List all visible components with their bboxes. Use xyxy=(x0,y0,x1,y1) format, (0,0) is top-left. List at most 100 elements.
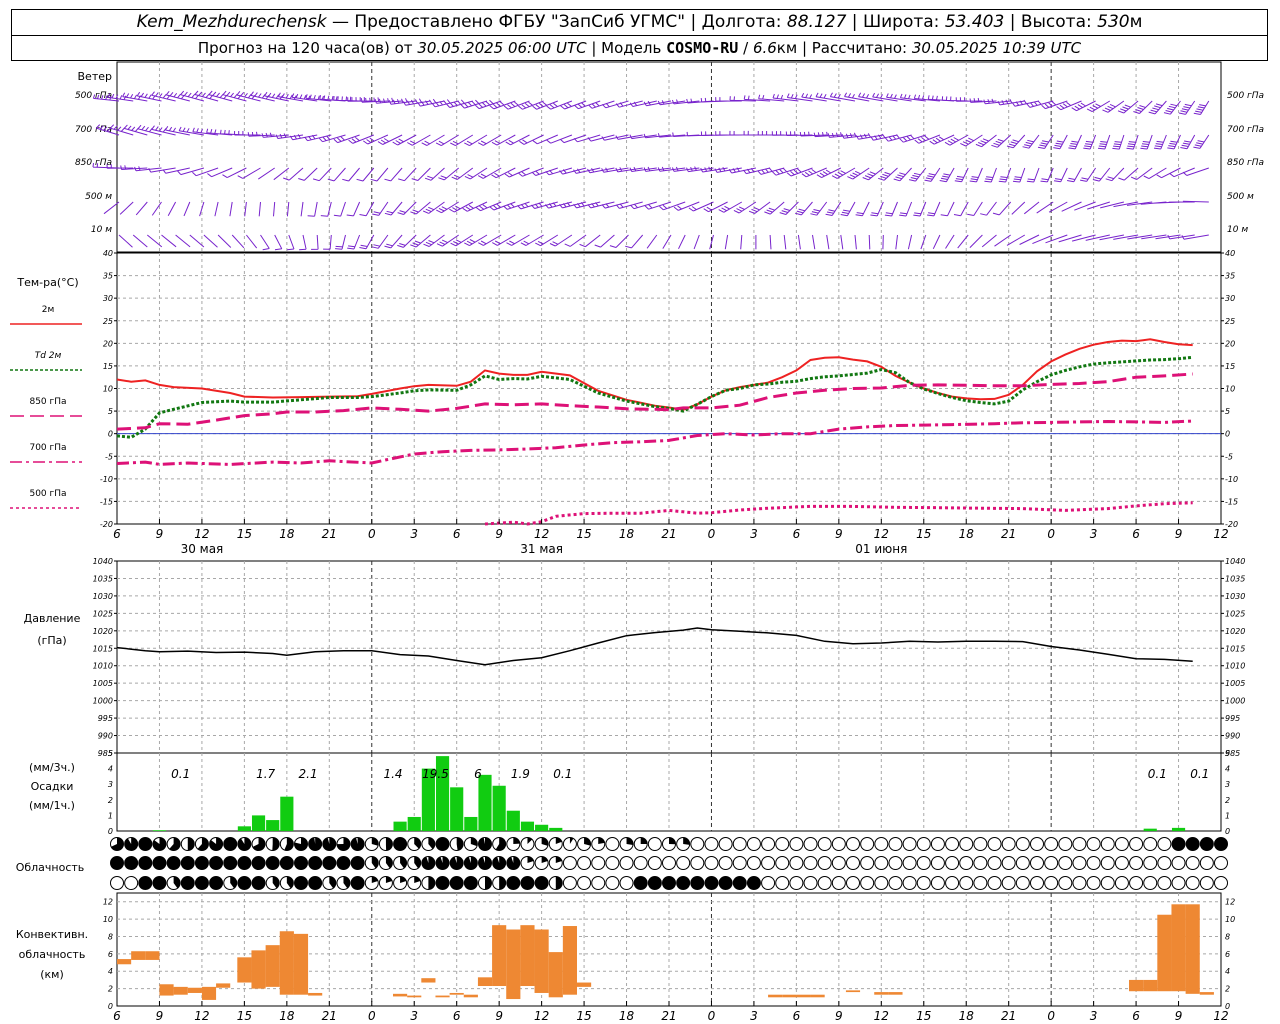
pressure-panel-ytick-label-left: 1015 xyxy=(93,644,113,653)
cloud-circle xyxy=(746,856,761,870)
cloud-circle xyxy=(888,856,903,870)
pressure-panel-ytick-label-right: 1005 xyxy=(1225,679,1245,688)
cloud-fill xyxy=(223,837,237,851)
wind-barb xyxy=(274,234,283,251)
temp-panel-ytick-label-left: -5 xyxy=(105,452,113,461)
temp-axis-xtick-label: 0 xyxy=(368,527,376,541)
cloud-circle xyxy=(1015,856,1030,870)
precip-ytick-label-left: 1 xyxy=(108,811,113,820)
cloud-fill xyxy=(336,856,350,870)
cloud-circle xyxy=(1058,856,1073,870)
wind-barb xyxy=(559,167,587,175)
temp-panel-ytick-label-left: -15 xyxy=(100,497,113,506)
wind-barb xyxy=(969,234,983,248)
cloud-circle xyxy=(1100,856,1115,870)
cloud-fill xyxy=(181,876,195,890)
cloud-circle xyxy=(902,837,917,851)
wind-barb xyxy=(967,201,983,216)
wind-barb xyxy=(531,167,558,176)
wind-barb xyxy=(1086,100,1111,113)
cloud-circle xyxy=(888,837,903,851)
wind-barb xyxy=(333,201,346,217)
cloud-fill xyxy=(1214,837,1228,851)
pressure-series-line xyxy=(116,627,1193,666)
cloud-fill xyxy=(506,876,520,890)
wind-barb xyxy=(812,234,816,250)
cloud-fill xyxy=(351,876,365,890)
cloud-circle xyxy=(1114,876,1129,890)
cloud-fill xyxy=(252,876,266,890)
pressure-panel-ytick-label-right: 1025 xyxy=(1225,609,1245,618)
cloud-fill xyxy=(351,837,365,851)
cloud-fill xyxy=(266,856,280,870)
wind-barb xyxy=(535,234,559,247)
conv-axis-xtick-label: 6 xyxy=(113,1009,121,1023)
wind-barb xyxy=(984,167,997,183)
cloud-fill xyxy=(640,837,648,844)
temp-axis-xtick-label: 6 xyxy=(793,527,801,541)
pressure-panel-ytick-label-right: 1030 xyxy=(1225,592,1245,601)
conv-bar xyxy=(506,929,521,1000)
wind-barb xyxy=(423,234,445,247)
wind-barb xyxy=(588,100,615,109)
cloud-circle xyxy=(704,856,719,870)
wind-barb xyxy=(840,201,856,217)
cloud-circle xyxy=(1114,837,1129,851)
wind-barb xyxy=(1026,167,1040,183)
wind-title: Ветер xyxy=(78,70,112,83)
wind-barb xyxy=(506,234,530,246)
precip-sum-label: 2.1 xyxy=(299,767,318,781)
temp-axis-xtick-label: 18 xyxy=(959,527,975,541)
temp-panel-ytick-label-left: 20 xyxy=(103,339,113,348)
cloud-circle xyxy=(1143,837,1158,851)
cloud-circle xyxy=(562,876,577,890)
wind-barb xyxy=(797,234,801,250)
cloud-circle xyxy=(888,876,903,890)
wind-barb xyxy=(450,134,474,147)
wind-barb xyxy=(794,201,813,216)
cloud-circle xyxy=(732,837,747,851)
wind-barb xyxy=(646,234,658,249)
conv-axis-xtick-label: 15 xyxy=(916,1009,931,1023)
wind-barb xyxy=(884,134,912,142)
temp-axis-xtick-label: 21 xyxy=(661,527,676,541)
cloud-circle xyxy=(860,856,875,870)
cloud-circle xyxy=(831,837,846,851)
temp-axis-xtick-label: 6 xyxy=(113,527,121,541)
wind-barb xyxy=(1130,167,1153,180)
wind-barb xyxy=(106,164,134,169)
conv-axis-xtick-label: 12 xyxy=(534,1009,549,1023)
wind-barb xyxy=(517,201,544,210)
conv-bar xyxy=(131,951,146,960)
wind-barb xyxy=(1178,100,1196,115)
temp-axis-xtick-label: 3 xyxy=(410,527,418,541)
temp-panel-ytick-label-right: -15 xyxy=(1225,497,1238,506)
wind-barb xyxy=(300,201,304,217)
cloud-circle xyxy=(1072,856,1087,870)
conv-ytick-label-left: 8 xyxy=(108,932,113,941)
cloud-fill xyxy=(436,837,450,851)
cloud-circle xyxy=(647,856,662,870)
wind-level-label-left: 10 м xyxy=(91,225,112,235)
wind-barb xyxy=(260,234,270,251)
cloud-fill xyxy=(464,856,478,870)
temp-axis-xtick-label: 0 xyxy=(1047,527,1055,541)
cloud-circle xyxy=(775,876,790,890)
cloud-circle xyxy=(1185,856,1200,870)
legend-label-1: Td 2м xyxy=(35,351,62,361)
wind-barb xyxy=(347,234,361,250)
wind-barb xyxy=(119,201,134,215)
pressure-panel-ytick-label-left: 990 xyxy=(98,732,113,741)
cloud-circle xyxy=(1058,837,1073,851)
precip-bar xyxy=(152,830,167,831)
cloud-fill xyxy=(676,876,690,890)
wind-barb xyxy=(960,134,983,147)
cloud-circle xyxy=(959,876,974,890)
wind-barb xyxy=(662,234,672,249)
temp-axis-xtick-label: 15 xyxy=(916,527,931,541)
wind-barb xyxy=(246,234,258,249)
pressure-panel-ytick-label-left: 1040 xyxy=(93,557,113,566)
cloud-circle xyxy=(874,876,889,890)
wind-barb xyxy=(1153,134,1167,150)
cloud-circle xyxy=(761,837,776,851)
